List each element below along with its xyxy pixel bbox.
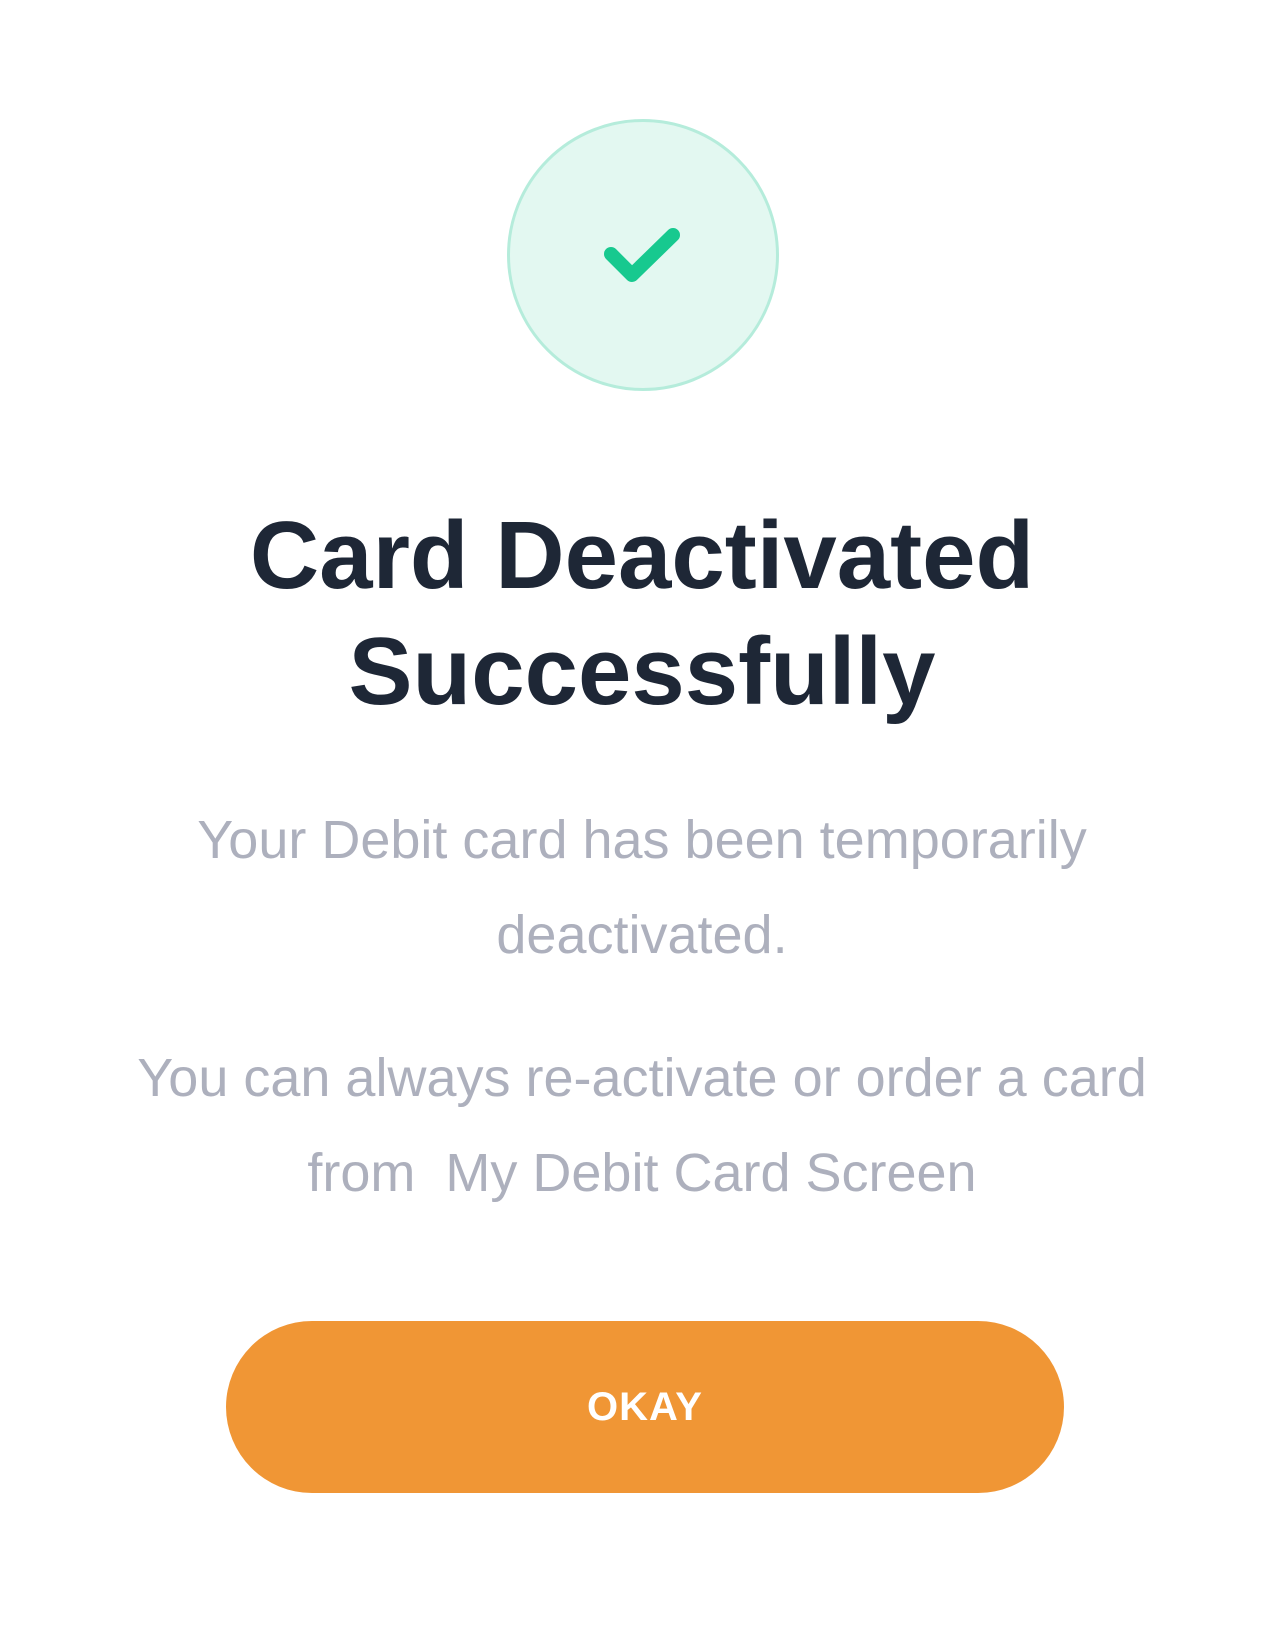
message-line: deactivated. (496, 905, 788, 965)
okay-button[interactable]: OKAY (226, 1321, 1064, 1493)
message-line: Your Debit card has been temporarily (197, 810, 1087, 870)
message-line: from My Debit Card Screen (307, 1143, 977, 1203)
deactivation-message: Your Debit card has been temporarily dea… (60, 793, 1224, 983)
dialog-title-line: Card Deactivated (249, 502, 1035, 609)
reactivation-hint: You can always re-activate or order a ca… (60, 1031, 1224, 1221)
deactivation-success-dialog: Card Deactivated Successfully Your Debit… (0, 0, 1284, 1636)
dialog-title-line: Successfully (348, 618, 936, 725)
success-badge (507, 119, 779, 391)
checkmark-icon (604, 228, 680, 282)
dialog-title: Card Deactivated Successfully (0, 498, 1284, 730)
message-line: You can always re-activate or order a ca… (137, 1048, 1147, 1108)
